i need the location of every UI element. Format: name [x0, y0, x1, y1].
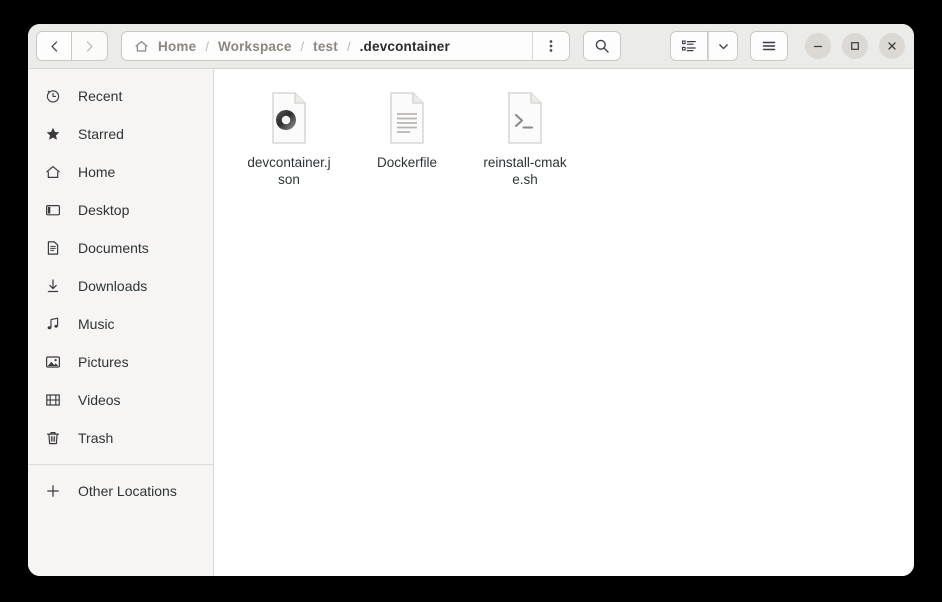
back-button[interactable] — [36, 31, 72, 61]
sidebar-item-recent[interactable]: Recent — [28, 77, 213, 115]
minimize-icon — [813, 45, 823, 48]
list-view-icon — [681, 40, 696, 52]
main-menu-button[interactable] — [750, 31, 788, 61]
sidebar-item-pictures[interactable]: Pictures — [28, 343, 213, 381]
breadcrumb-separator: / — [346, 38, 351, 54]
json-file-icon — [265, 89, 313, 147]
window-controls — [805, 33, 905, 59]
file-name-label: reinstall-cmake.sh — [483, 155, 567, 187]
plus-icon — [45, 483, 67, 499]
picture-icon — [45, 354, 67, 370]
sidebar-item-label: Music — [78, 316, 115, 332]
chevron-down-icon — [718, 43, 728, 49]
sidebar-item-downloads[interactable]: Downloads — [28, 267, 213, 305]
breadcrumb-item-test[interactable]: test — [313, 39, 338, 54]
film-icon — [45, 392, 67, 408]
breadcrumb-item-workspace[interactable]: Workspace — [218, 39, 292, 54]
breadcrumb-item-home[interactable]: Home — [158, 39, 196, 54]
sidebar-item-label: Documents — [78, 240, 149, 256]
breadcrumb: Home / Workspace / test / .devcontainer — [122, 39, 532, 54]
sidebar-item-label: Downloads — [78, 278, 148, 294]
path-bar[interactable]: Home / Workspace / test / .devcontainer — [121, 31, 570, 61]
file-item-devcontainer-json[interactable]: devcontainer.json — [230, 83, 348, 188]
list-view-button[interactable] — [670, 31, 708, 61]
breadcrumb-item-devcontainer[interactable]: .devcontainer — [360, 39, 450, 54]
view-options-button[interactable] — [708, 31, 738, 61]
sidebar-item-trash[interactable]: Trash — [28, 419, 213, 457]
download-icon — [45, 278, 67, 294]
file-name-label: devcontainer.json — [247, 155, 331, 187]
search-icon — [595, 39, 609, 53]
file-grid: devcontainer.json Dockerfile reinstall-c… — [230, 83, 914, 188]
window-body: Recent Starred Home Desktop Documents Do… — [28, 69, 914, 576]
sidebar-item-music[interactable]: Music — [28, 305, 213, 343]
sidebar-item-label: Starred — [78, 126, 124, 142]
file-list-view[interactable]: devcontainer.json Dockerfile reinstall-c… — [214, 69, 914, 576]
star-icon — [45, 126, 67, 142]
chevron-left-icon — [50, 40, 57, 52]
maximize-icon — [851, 42, 859, 50]
text-file-icon — [383, 89, 431, 147]
home-icon — [134, 39, 149, 54]
forward-button[interactable] — [72, 31, 108, 61]
sidebar-item-documents[interactable]: Documents — [28, 229, 213, 267]
path-menu-button[interactable] — [532, 32, 569, 60]
sidebar-item-label: Trash — [78, 430, 114, 446]
desktop-icon — [45, 202, 67, 218]
sidebar-item-starred[interactable]: Starred — [28, 115, 213, 153]
sidebar-item-label: Home — [78, 164, 116, 180]
breadcrumb-separator: / — [300, 38, 305, 54]
main-menu-icon — [762, 41, 776, 51]
sidebar-item-label: Pictures — [78, 354, 129, 370]
maximize-button[interactable] — [842, 33, 868, 59]
music-note-icon — [45, 316, 67, 332]
view-mode-buttons — [670, 31, 738, 61]
sidebar-item-home[interactable]: Home — [28, 153, 213, 191]
search-button[interactable] — [583, 31, 621, 61]
close-button[interactable] — [879, 33, 905, 59]
sidebar-item-other-locations[interactable]: Other Locations — [28, 472, 213, 510]
view-more-icon — [549, 40, 553, 52]
sidebar-separator — [28, 464, 213, 465]
file-manager-window: Home / Workspace / test / .devcontainer — [28, 24, 914, 576]
trash-icon — [45, 430, 67, 446]
document-icon — [45, 240, 67, 256]
sidebar-item-label: Other Locations — [78, 483, 177, 499]
header-bar: Home / Workspace / test / .devcontainer — [28, 24, 914, 69]
file-item-dockerfile[interactable]: Dockerfile — [348, 83, 466, 188]
minimize-button[interactable] — [805, 33, 831, 59]
breadcrumb-separator: / — [205, 38, 209, 54]
home-icon — [45, 164, 67, 180]
clock-icon — [45, 88, 67, 104]
sidebar-item-videos[interactable]: Videos — [28, 381, 213, 419]
sidebar-item-label: Recent — [78, 88, 123, 104]
shell-script-file-icon — [501, 89, 549, 147]
file-name-label: Dockerfile — [376, 155, 438, 170]
chevron-right-icon — [86, 40, 93, 52]
navigation-buttons — [36, 31, 108, 61]
file-item-reinstall-cmake-sh[interactable]: reinstall-cmake.sh — [466, 83, 584, 188]
sidebar-item-desktop[interactable]: Desktop — [28, 191, 213, 229]
sidebar: Recent Starred Home Desktop Documents Do… — [28, 69, 214, 576]
sidebar-item-label: Desktop — [78, 202, 130, 218]
sidebar-item-label: Videos — [78, 392, 121, 408]
close-icon — [888, 42, 896, 50]
